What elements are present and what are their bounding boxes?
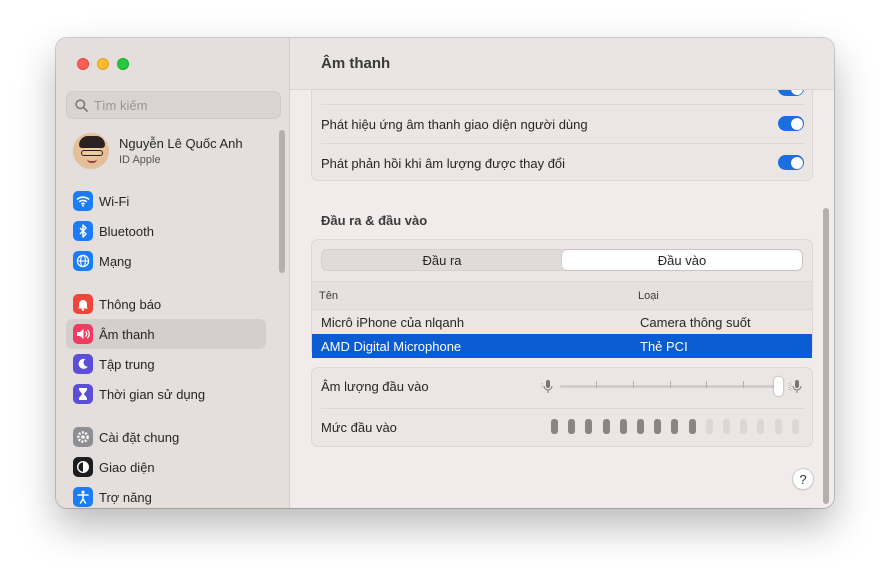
bluetooth-icon [73, 221, 93, 241]
level-segment [654, 419, 662, 434]
level-segment [757, 419, 765, 434]
mic-low-icon [541, 380, 553, 393]
device-table-header: Tên Loại [312, 281, 812, 310]
sidebar-item-focus[interactable]: Tập trung [66, 349, 266, 379]
gear-icon [73, 427, 93, 447]
level-segment [791, 419, 799, 434]
window-controls [77, 58, 129, 70]
sidebar-item-label: Thời gian sử dụng [99, 386, 206, 402]
column-name-header[interactable]: Tên [319, 290, 338, 302]
io-card: Đầu ra Đầu vào Tên Loại Micrô iPhone của… [311, 239, 813, 358]
device-type: Thẻ PCI [640, 339, 688, 354]
sidebar-item-label: Thông báo [99, 296, 162, 312]
level-segment [723, 419, 730, 434]
input-volume-card: Âm lượng đầu vào Mức đầu vào [311, 367, 813, 447]
level-segment [619, 419, 627, 434]
level-segment [740, 419, 748, 434]
table-row-selected[interactable]: AMD Digital Microphone Thẻ PCI [312, 334, 812, 358]
sidebar-item-label: Mạng [99, 253, 132, 269]
main-pane: Âm thanh Phát hiệu ứng âm thanh giao diệ… [290, 38, 834, 508]
main-scrollbar[interactable] [823, 208, 829, 504]
avatar [72, 132, 110, 170]
search-icon [75, 98, 88, 112]
sidebar-item-notifications[interactable]: Thông báo [66, 289, 266, 319]
sidebar-item-network[interactable]: Mạng [66, 246, 266, 276]
device-name: Micrô iPhone của nlqanh [321, 315, 465, 330]
level-segment [671, 419, 679, 434]
ui-sound-label: Phát hiệu ứng âm thanh giao diện người d… [321, 116, 588, 132]
moon-icon [73, 354, 93, 374]
minimize-button[interactable] [97, 58, 109, 70]
sidebar-scrollbar[interactable] [279, 130, 285, 273]
sidebar-item-label: Cài đặt chung [99, 429, 180, 445]
sidebar-group-network: Wi-Fi Bluetooth Mạng [66, 186, 266, 276]
sidebar-group-general: Cài đặt chung Giao diện Trợ năng [66, 422, 266, 508]
appearance-icon [73, 457, 93, 477]
page-title: Âm thanh [290, 38, 834, 90]
sidebar-item-label: Âm thanh [99, 326, 155, 342]
apple-id-profile[interactable]: Nguyễn Lê Quốc Anh ID Apple [72, 132, 243, 170]
table-row[interactable]: Micrô iPhone của nlqanh Camera thông suố… [312, 310, 812, 334]
input-volume-track[interactable] [560, 385, 778, 388]
input-level-label: Mức đầu vào [321, 420, 397, 435]
sidebar-item-label: Trợ năng [99, 489, 152, 505]
bell-icon [73, 294, 93, 314]
setting-row: Phát hiệu ứng âm thanh giao diện người d… [312, 105, 812, 143]
sidebar-item-label: Tập trung [99, 356, 155, 372]
sidebar-item-accessibility[interactable]: Trợ năng [66, 482, 266, 508]
sidebar-item-general[interactable]: Cài đặt chung [66, 422, 266, 452]
sidebar-item-wifi[interactable]: Wi-Fi [66, 186, 266, 216]
close-button[interactable] [77, 58, 89, 70]
device-type: Camera thông suốt [640, 315, 751, 330]
column-type-header[interactable]: Loại [638, 290, 659, 302]
globe-icon [73, 251, 93, 271]
tab-output[interactable]: Đầu ra [322, 250, 562, 270]
tab-input[interactable]: Đầu vào [562, 250, 802, 270]
search-field[interactable] [66, 91, 281, 119]
volume-feedback-toggle[interactable] [778, 155, 804, 170]
level-segment [688, 419, 696, 434]
settings-window: Nguyễn Lê Quốc Anh ID Apple Wi-Fi Blueto… [56, 38, 834, 508]
sidebar: Nguyễn Lê Quốc Anh ID Apple Wi-Fi Blueto… [56, 38, 290, 508]
sidebar-item-label: Bluetooth [99, 223, 154, 239]
hourglass-icon [73, 384, 93, 404]
level-segment [637, 419, 644, 434]
sidebar-group-notifications: Thông báo Âm thanh Tập trung Thời gian s… [66, 289, 266, 409]
help-button[interactable]: ? [792, 468, 814, 490]
zoom-button[interactable] [117, 58, 129, 70]
accessibility-icon [73, 487, 93, 507]
level-segment [551, 419, 558, 434]
sidebar-item-bluetooth[interactable]: Bluetooth [66, 216, 266, 246]
input-volume-slider-knob[interactable] [774, 377, 783, 396]
input-volume-label: Âm lượng đầu vào [321, 379, 429, 394]
search-input[interactable] [94, 97, 274, 113]
profile-subtitle: ID Apple [119, 154, 161, 166]
level-segment [585, 419, 593, 434]
sidebar-item-sound[interactable]: Âm thanh [66, 319, 266, 349]
level-segment [602, 419, 610, 434]
io-section-title: Đầu ra & đầu vào [321, 213, 428, 228]
level-segment [705, 419, 713, 434]
profile-name: Nguyễn Lê Quốc Anh [119, 136, 243, 151]
sidebar-item-label: Wi-Fi [99, 193, 130, 209]
io-segmented-control: Đầu ra Đầu vào [321, 249, 803, 271]
level-segment [568, 419, 576, 434]
sidebar-item-appearance[interactable]: Giao diện [66, 452, 266, 482]
volume-feedback-label: Phát phản hồi khi âm lượng được thay đổi [321, 155, 566, 171]
wifi-icon [73, 191, 93, 211]
ui-sound-toggle[interactable] [778, 116, 804, 131]
sidebar-item-screen-time[interactable]: Thời gian sử dụng [66, 379, 266, 409]
sidebar-item-label: Giao diện [99, 459, 155, 475]
level-segment [774, 419, 782, 434]
mic-high-icon [788, 380, 802, 393]
speaker-icon [73, 324, 93, 344]
setting-row: Phát phản hồi khi âm lượng được thay đổi [312, 144, 812, 182]
device-name: AMD Digital Microphone [321, 339, 462, 354]
